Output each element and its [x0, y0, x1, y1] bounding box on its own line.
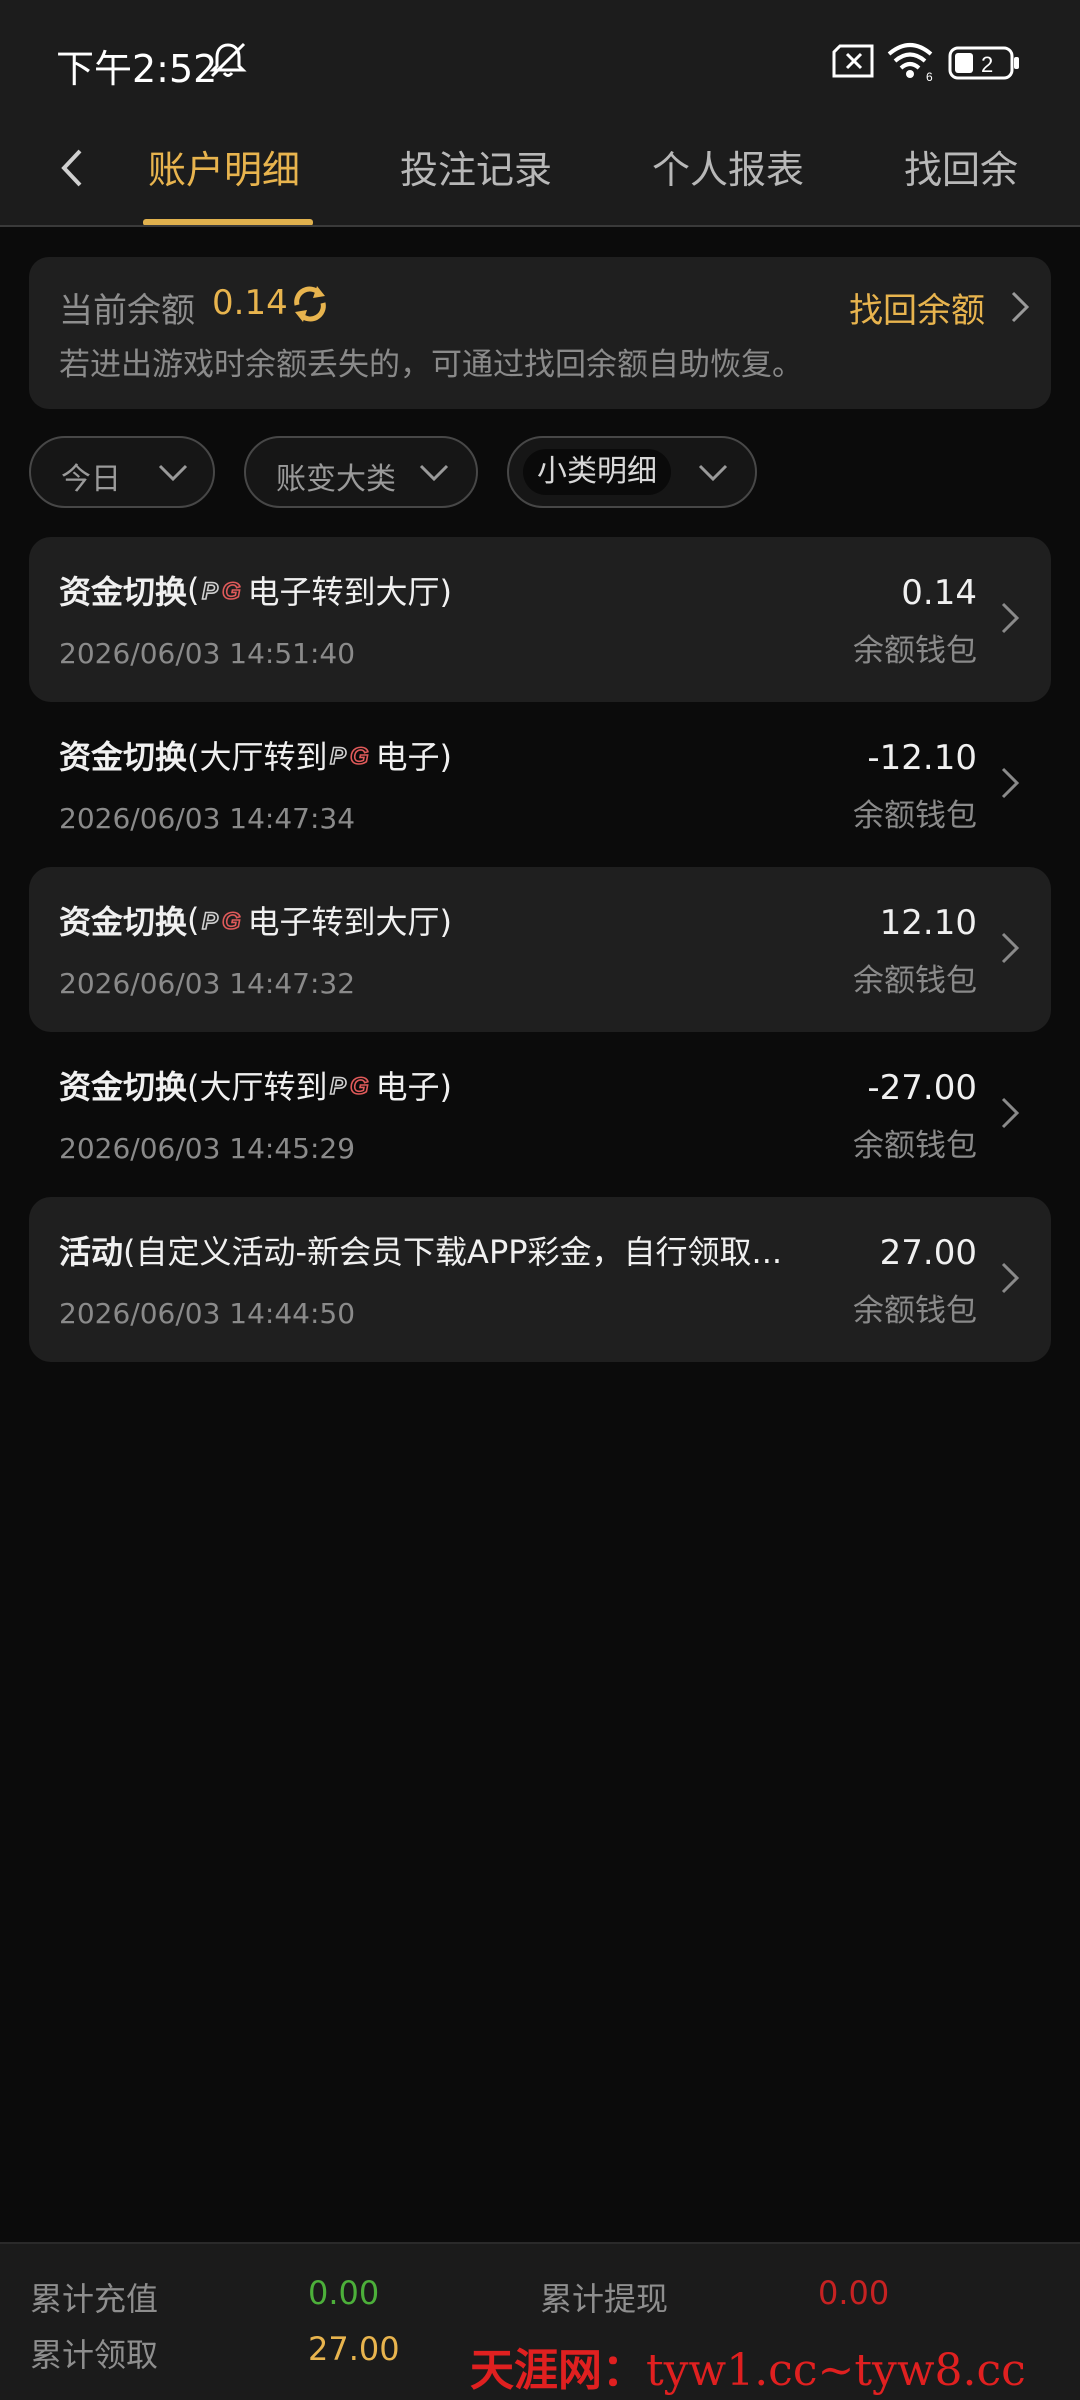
balance-value: 0.14	[212, 283, 288, 323]
record-amount: 27.00	[879, 1233, 977, 1273]
pg-logo-icon: PG	[329, 1072, 369, 1100]
svg-text:G: G	[222, 908, 241, 935]
record-type: 资金切换	[59, 573, 188, 611]
list-item[interactable]: 活动 (自定义活动-新会员下载APP彩金，自行领取... 2026/06/03 1…	[29, 1197, 1051, 1362]
record-amount: 0.14	[901, 573, 977, 613]
chevron-right-icon	[1001, 1097, 1020, 1129]
record-time: 2026/06/03 14:45:29	[59, 1132, 356, 1165]
total-deposit-value: 0.00	[308, 2274, 380, 2312]
total-deposit-label: 累计充值	[30, 2280, 159, 2318]
record-amount: 12.10	[879, 903, 977, 943]
back-icon[interactable]	[50, 143, 94, 193]
record-time: 2026/06/03 14:47:32	[59, 967, 356, 1000]
total-withdraw-label: 累计提现	[540, 2280, 669, 2318]
tab-recover-balance[interactable]: 找回余	[904, 139, 1018, 194]
total-withdraw-value: 0.00	[818, 2274, 890, 2312]
record-type: 活动	[59, 1233, 124, 1271]
chevron-right-icon[interactable]	[1007, 287, 1033, 327]
record-detail-suffix: 电子转到大厅)	[247, 573, 453, 611]
footer-summary: 累计充值 0.00 累计提现 0.00 累计领取 27.00 天涯网：tyw1.…	[0, 2242, 1080, 2400]
category-filter-label: 账变大类	[276, 462, 396, 497]
total-claim-value: 27.00	[308, 2330, 400, 2368]
battery-icon: 2	[948, 46, 1019, 80]
record-detail: (自定义活动-新会员下载APP彩金，自行领取...	[123, 1233, 783, 1271]
svg-text:P: P	[330, 743, 347, 770]
chevron-right-icon	[1001, 932, 1020, 964]
watermark: 天涯网：tyw1.cc~tyw8.cc	[470, 2334, 1026, 2398]
status-time: 下午2:52	[56, 47, 218, 91]
status-bar: 下午2:52 6 2	[0, 0, 1080, 115]
record-detail-suffix: 电子转到大厅)	[247, 903, 453, 941]
pg-logo-icon: PG	[329, 742, 369, 770]
record-wallet: 余额钱包	[853, 798, 977, 834]
record-detail-prefix: (大厅转到	[187, 1068, 328, 1106]
date-filter[interactable]: 今日	[29, 436, 215, 508]
balance-label: 当前余额	[59, 291, 195, 331]
balance-hint: 若进出游戏时余额丢失的，可通过找回余额自助恢复。	[59, 347, 803, 383]
pg-logo-icon: PG	[201, 907, 241, 935]
active-tab-indicator	[143, 219, 313, 225]
record-type: 资金切换	[59, 903, 188, 941]
recover-balance-link[interactable]: 找回余额	[849, 283, 985, 332]
record-type: 资金切换	[59, 1068, 188, 1106]
date-filter-label: 今日	[61, 462, 121, 497]
record-wallet: 余额钱包	[853, 633, 977, 669]
tab-bar: 账户明细 投注记录 个人报表 找回余	[0, 115, 1080, 227]
chevron-down-icon	[158, 464, 188, 482]
record-title: 资金切换 (大厅转到 P G 电子)	[59, 732, 452, 778]
wifi-icon: 6	[887, 43, 933, 82]
record-amount: -27.00	[867, 1068, 977, 1108]
tab-bet-records[interactable]: 投注记录	[400, 139, 552, 194]
record-title: 活动 (自定义活动-新会员下载APP彩金，自行领取...	[59, 1227, 782, 1273]
subcategory-pill: 小类明细	[523, 449, 671, 495]
battery-level: 2	[981, 52, 993, 77]
list-item[interactable]: 资金切换 (P G 电子转到大厅) 2026/06/03 14:51:40 0.14 余额…	[29, 537, 1051, 702]
list-item[interactable]: 资金切换 (P G 电子转到大厅) 2026/06/03 14:47:32 12.10 余…	[29, 867, 1051, 1032]
record-detail-suffix: 电子)	[375, 1068, 453, 1106]
category-filter[interactable]: 账变大类	[244, 436, 478, 508]
svg-text:P: P	[202, 908, 219, 935]
svg-text:G: G	[350, 743, 369, 770]
record-time: 2026/06/03 14:51:40	[59, 637, 356, 670]
record-detail-prefix: (	[187, 571, 200, 609]
record-title: 资金切换 (大厅转到 P G 电子)	[59, 1062, 452, 1108]
list-item[interactable]: 资金切换 (大厅转到 P G 电子) 2026/06/03 14:45:29 -27.00…	[29, 1032, 1051, 1197]
record-title: 资金切换 (P G 电子转到大厅)	[59, 567, 452, 613]
record-wallet: 余额钱包	[853, 963, 977, 999]
subcategory-filter-label: 小类明细	[537, 454, 657, 489]
svg-text:P: P	[202, 578, 219, 605]
record-detail-prefix: (大厅转到	[187, 738, 328, 776]
record-type: 资金切换	[59, 738, 188, 776]
list-item[interactable]: 资金切换 (大厅转到 P G 电子) 2026/06/03 14:47:34 -12.10…	[29, 702, 1051, 867]
record-title: 资金切换 (P G 电子转到大厅)	[59, 897, 452, 943]
subcategory-filter[interactable]: 小类明细	[507, 436, 757, 508]
record-amount: -12.10	[867, 738, 977, 778]
record-time: 2026/06/03 14:44:50	[59, 1297, 356, 1330]
record-wallet: 余额钱包	[853, 1128, 977, 1164]
chevron-right-icon	[1001, 602, 1020, 634]
record-time: 2026/06/03 14:47:34	[59, 802, 356, 835]
watermark-site-name: 天涯网：	[470, 2345, 646, 2396]
tab-account-details[interactable]: 账户明细	[148, 139, 300, 194]
record-detail-suffix: 电子)	[375, 738, 453, 776]
chevron-right-icon	[1001, 767, 1020, 799]
svg-text:6: 6	[926, 70, 933, 82]
balance-card: 当前余额 0.14 找回余额 若进出游戏时余额丢失的，可通过找回余额自助恢复。	[29, 257, 1051, 409]
pg-logo-icon: PG	[201, 577, 241, 605]
chevron-down-icon	[419, 464, 449, 482]
total-claim-label: 累计领取	[30, 2336, 159, 2374]
chevron-right-icon	[1001, 1262, 1020, 1294]
record-wallet: 余额钱包	[853, 1293, 977, 1329]
bell-off-icon	[209, 42, 247, 78]
chevron-down-icon	[698, 464, 728, 482]
tab-personal-report[interactable]: 个人报表	[652, 139, 804, 194]
sim-icon	[832, 44, 874, 78]
record-detail-prefix: (	[187, 901, 200, 939]
refresh-icon[interactable]	[289, 283, 331, 325]
svg-text:G: G	[222, 578, 241, 605]
watermark-domains: tyw1.cc~tyw8.cc	[646, 2345, 1026, 2396]
svg-text:P: P	[330, 1073, 347, 1100]
svg-text:G: G	[350, 1073, 369, 1100]
